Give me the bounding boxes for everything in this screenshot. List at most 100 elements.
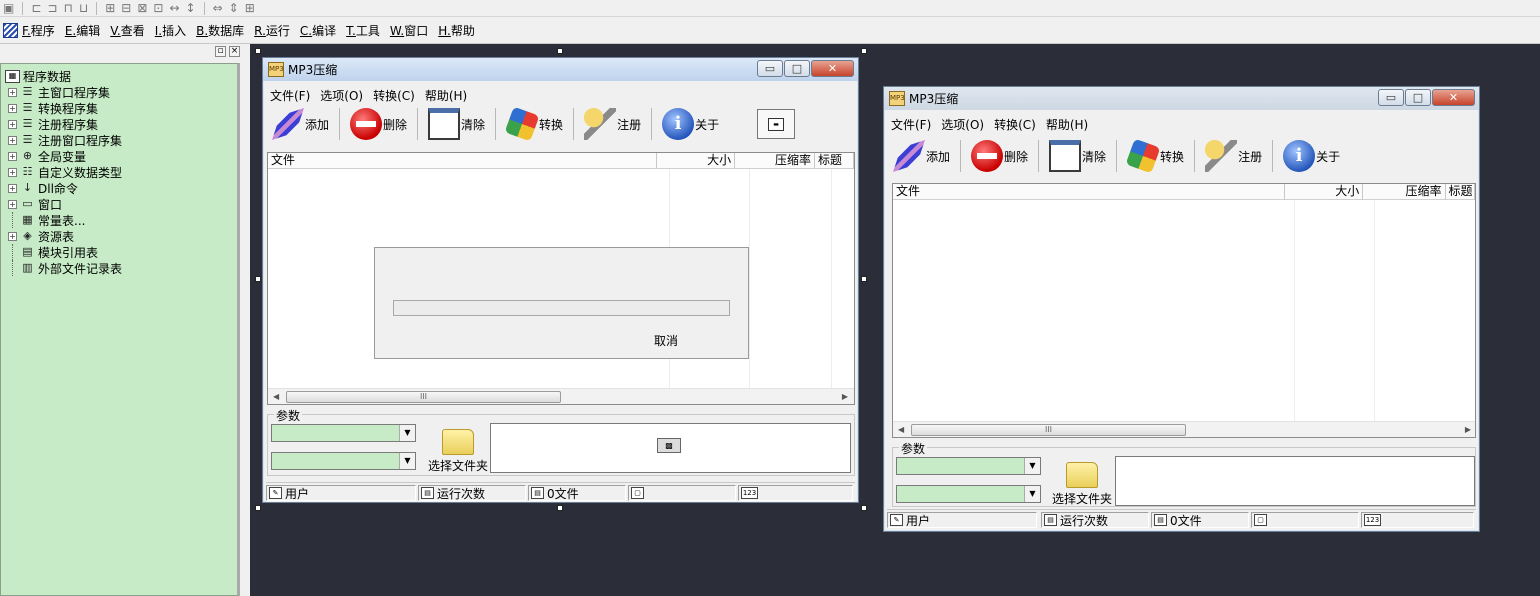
menu-help[interactable]: H.帮助 [438, 22, 475, 39]
designer-window[interactable]: MP3 MP3压缩 ▭ □ ✕ 文件(F) 选项(O) 转换(C) 帮助(H) … [262, 57, 859, 503]
folder-path-box[interactable]: ▩ [490, 423, 851, 473]
minimize-button[interactable]: ▭ [1378, 89, 1404, 106]
tree-item[interactable]: + ☰ 转换程序集 [1, 100, 237, 116]
tree-item[interactable]: + ◈ 资源表 [1, 228, 237, 244]
choose-folder-button[interactable]: 选择文件夹 [1049, 462, 1115, 507]
embedded-control-icon[interactable]: ▩ [657, 438, 681, 453]
resize-handle[interactable] [861, 48, 867, 54]
scroll-right-icon[interactable]: ▶ [1465, 425, 1471, 434]
register-button[interactable]: 注册 [580, 106, 645, 142]
expand-icon[interactable]: + [8, 151, 17, 161]
clear-button[interactable]: 清除 [1045, 138, 1110, 174]
menu-file[interactable]: 文件(F) [891, 116, 931, 133]
tree-item[interactable]: + ↓ Dll命令 [1, 180, 237, 196]
expand-icon[interactable]: + [8, 183, 17, 193]
delete-button[interactable]: 删除 [346, 106, 411, 142]
menu-file[interactable]: 文件(F) [270, 87, 310, 104]
resize-handle[interactable] [255, 48, 261, 54]
column-ratio[interactable]: 压缩率 [1363, 184, 1446, 200]
column-file[interactable]: 文件 [268, 153, 658, 169]
about-button[interactable]: i 关于 [1279, 138, 1344, 174]
scroll-left-icon[interactable]: ◀ [898, 425, 904, 434]
maximize-button[interactable]: □ [784, 60, 810, 77]
resize-handle[interactable] [557, 505, 563, 511]
resize-handle[interactable] [255, 505, 261, 511]
cancel-button[interactable]: 取消 [654, 332, 678, 349]
resize-handle[interactable] [255, 276, 261, 282]
column-title[interactable]: 标题 [1446, 184, 1475, 200]
chevron-down-icon[interactable]: ▼ [399, 425, 415, 441]
panel-close-button[interactable]: × [229, 46, 240, 57]
tree-item[interactable]: ▥ 外部文件记录表 [1, 260, 237, 276]
param-combo-1[interactable]: ▼ [271, 424, 416, 442]
expand-icon[interactable]: + [8, 119, 17, 129]
scroll-thumb[interactable]: III [911, 424, 1186, 436]
resize-handle[interactable] [861, 276, 867, 282]
chevron-down-icon[interactable]: ▼ [1024, 486, 1040, 502]
progress-dialog[interactable]: 取消 [374, 247, 749, 359]
menu-convert[interactable]: 转换(C) [373, 87, 415, 104]
expand-icon[interactable]: + [8, 199, 17, 209]
align-top-icon[interactable]: ⊓ [63, 1, 72, 15]
scroll-left-icon[interactable]: ◀ [273, 392, 279, 401]
tree-item[interactable]: + ☰ 注册程序集 [1, 116, 237, 132]
register-button[interactable]: 注册 [1201, 138, 1266, 174]
column-file[interactable]: 文件 [893, 184, 1285, 200]
size-height-icon[interactable]: ⇕ [229, 1, 239, 15]
tree-item[interactable]: + ☰ 注册窗口程序集 [1, 132, 237, 148]
expand-icon[interactable]: + [8, 135, 17, 145]
tree-item[interactable]: + ▭ 窗口 [1, 196, 237, 212]
chevron-down-icon[interactable]: ▼ [1024, 458, 1040, 474]
convert-button[interactable]: 转换 [1123, 138, 1188, 174]
maximize-button[interactable]: □ [1405, 89, 1431, 106]
title-bar[interactable]: MP3 MP3压缩 ▭ □ ✕ [884, 87, 1479, 110]
space-vertical-icon[interactable]: ↕ [186, 1, 196, 15]
menu-program[interactable]: F.程序 [22, 22, 55, 39]
dialog-component[interactable]: ▬ [753, 106, 799, 142]
menu-help[interactable]: 帮助(H) [425, 87, 467, 104]
menu-options[interactable]: 选项(O) [941, 116, 984, 133]
clear-button[interactable]: 清除 [424, 106, 489, 142]
align-left-icon[interactable]: ⊏ [31, 1, 41, 15]
title-bar[interactable]: MP3 MP3压缩 ▭ □ ✕ [263, 58, 858, 81]
expand-icon[interactable]: + [8, 231, 17, 241]
preview-window[interactable]: MP3 MP3压缩 ▭ □ ✕ 文件(F) 选项(O) 转换(C) 帮助(H) … [883, 86, 1480, 532]
menu-help[interactable]: 帮助(H) [1046, 116, 1088, 133]
column-size[interactable]: 大小 [657, 153, 736, 169]
panel-restore-button[interactable]: ▫ [215, 46, 226, 57]
resize-handle[interactable] [861, 505, 867, 511]
form-icon[interactable]: ▣ [3, 1, 14, 15]
close-button[interactable]: ✕ [811, 60, 854, 77]
same-height-icon[interactable]: ⊡ [153, 1, 163, 15]
close-button[interactable]: ✕ [1432, 89, 1475, 106]
column-size[interactable]: 大小 [1285, 184, 1364, 200]
add-button[interactable]: 添加 [889, 138, 954, 174]
center-vertical-icon[interactable]: ⊟ [121, 1, 131, 15]
menu-database[interactable]: B.数据库 [196, 22, 244, 39]
param-combo-1[interactable]: ▼ [896, 457, 1041, 475]
convert-button[interactable]: 转换 [502, 106, 567, 142]
tree-item[interactable]: + ☰ 主窗口程序集 [1, 84, 237, 100]
expand-icon[interactable]: + [8, 167, 17, 177]
project-tree[interactable]: ▦ 程序数据 + ☰ 主窗口程序集 + ☰ 转换程序集 + ☰ 注册程序集 + ☰ 注册窗口程序集 + ⊕… [0, 63, 240, 596]
size-width-icon[interactable]: ⇔ [213, 1, 223, 15]
about-button[interactable]: i 关于 [658, 106, 723, 142]
menu-view[interactable]: V.查看 [110, 22, 145, 39]
align-bottom-icon[interactable]: ⊔ [79, 1, 88, 15]
horizontal-scrollbar[interactable]: ◀ III ▶ [268, 388, 854, 404]
tree-item[interactable]: ▤ 模块引用表 [1, 244, 237, 260]
menu-convert[interactable]: 转换(C) [994, 116, 1036, 133]
space-horizontal-icon[interactable]: ↔ [169, 1, 179, 15]
tree-item[interactable]: + ☷ 自定义数据类型 [1, 164, 237, 180]
param-combo-2[interactable]: ▼ [896, 485, 1041, 503]
tree-item[interactable]: + ⊕ 全局变量 [1, 148, 237, 164]
menu-compile[interactable]: C.编译 [300, 22, 336, 39]
menu-window[interactable]: W.窗口 [390, 22, 428, 39]
delete-button[interactable]: 删除 [967, 138, 1032, 174]
menu-options[interactable]: 选项(O) [320, 87, 363, 104]
grid-icon[interactable]: ⊞ [245, 1, 255, 15]
file-list[interactable]: 文件 大小 压缩率 标题 ◀ III ▶ [892, 183, 1476, 438]
folder-path-box[interactable] [1115, 456, 1475, 506]
column-title[interactable]: 标题 [815, 153, 854, 169]
choose-folder-button[interactable]: 选择文件夹 [425, 429, 491, 474]
